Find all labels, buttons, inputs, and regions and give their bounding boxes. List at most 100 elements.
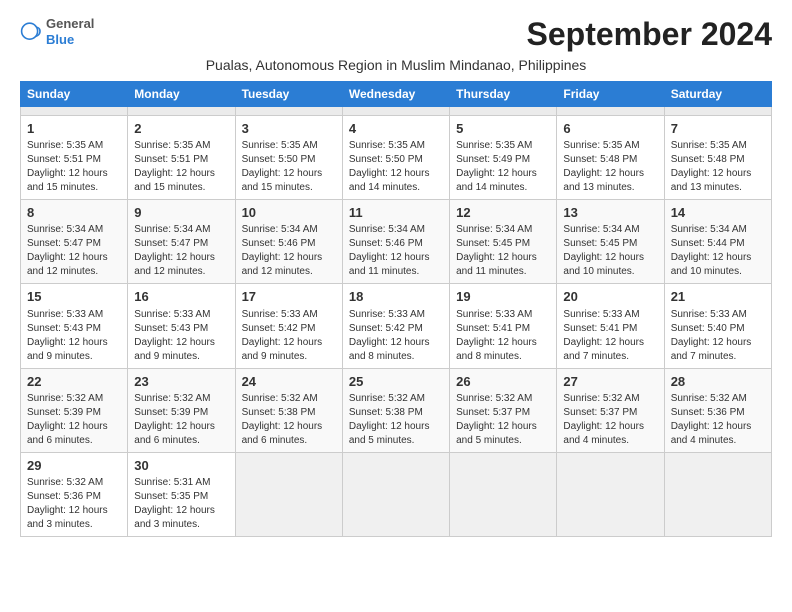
day-info: Sunrise: 5:35 AMSunset: 5:48 PMDaylight:… (563, 139, 657, 195)
calendar-day-cell (450, 452, 557, 536)
day-number: 16 (134, 288, 228, 306)
calendar-day-cell: 15 Sunrise: 5:33 AMSunset: 5:43 PMDayligh… (21, 284, 128, 368)
day-info: Sunrise: 5:33 AMSunset: 5:41 PMDaylight:… (563, 308, 657, 364)
day-number: 10 (242, 204, 336, 222)
calendar-week-row: 1Sunrise: 5:35 AMSunset: 5:51 PMDaylight… (21, 116, 772, 200)
month-title: September 2024 (527, 16, 772, 53)
day-number: 5 (456, 120, 550, 138)
day-info: Sunrise: 5:35 AMSunset: 5:51 PMDaylight:… (27, 139, 121, 195)
calendar-day-cell: 29Sunrise: 5:32 AMSunset: 5:36 PMDayligh… (21, 452, 128, 536)
day-info: Sunrise: 5:34 AMSunset: 5:45 PMDaylight:… (456, 223, 550, 279)
calendar-day-cell: 18 Sunrise: 5:33 AMSunset: 5:42 PMDayligh… (342, 284, 449, 368)
logo-general-text: General (46, 16, 94, 32)
day-number: 13 (563, 204, 657, 222)
day-number: 3 (242, 120, 336, 138)
day-info: Sunrise: 5:32 AMSunset: 5:39 PMDaylight:… (134, 392, 228, 448)
calendar-day-header: Monday (128, 82, 235, 107)
calendar-day-cell: 14Sunrise: 5:34 AMSunset: 5:44 PMDayligh… (664, 200, 771, 284)
day-number: 19 (456, 288, 550, 306)
day-info: Sunrise: 5:34 AMSunset: 5:46 PMDaylight:… (242, 223, 336, 279)
calendar-day-cell: 19 Sunrise: 5:33 AMSunset: 5:41 PMDayligh… (450, 284, 557, 368)
day-number: 25 (349, 373, 443, 391)
logo-icon (20, 20, 44, 44)
day-info: Sunrise: 5:34 AMSunset: 5:44 PMDaylight:… (671, 223, 765, 279)
day-number: 15 (27, 288, 121, 306)
calendar-week-row: 15 Sunrise: 5:33 AMSunset: 5:43 PMDayligh… (21, 284, 772, 368)
logo: General Blue (20, 16, 94, 47)
location-title: Pualas, Autonomous Region in Muslim Mind… (20, 57, 772, 73)
day-info: Sunrise: 5:32 AMSunset: 5:37 PMDaylight:… (563, 392, 657, 448)
calendar-day-cell (450, 107, 557, 116)
calendar-day-cell: 16 Sunrise: 5:33 AMSunset: 5:43 PMDayligh… (128, 284, 235, 368)
day-info: Sunrise: 5:33 AMSunset: 5:43 PMDaylight:… (27, 308, 121, 364)
day-info: Sunrise: 5:32 AMSunset: 5:36 PMDaylight:… (27, 476, 121, 532)
day-number: 24 (242, 373, 336, 391)
calendar-day-cell (664, 107, 771, 116)
calendar-week-row (21, 107, 772, 116)
day-info: Sunrise: 5:35 AMSunset: 5:49 PMDaylight:… (456, 139, 550, 195)
day-number: 17 (242, 288, 336, 306)
day-info: Sunrise: 5:32 AMSunset: 5:38 PMDaylight:… (242, 392, 336, 448)
calendar-week-row: 29Sunrise: 5:32 AMSunset: 5:36 PMDayligh… (21, 452, 772, 536)
calendar-day-cell: 8Sunrise: 5:34 AMSunset: 5:47 PMDaylight… (21, 200, 128, 284)
day-number: 14 (671, 204, 765, 222)
day-number: 1 (27, 120, 121, 138)
day-info: Sunrise: 5:35 AMSunset: 5:50 PMDaylight:… (242, 139, 336, 195)
day-number: 7 (671, 120, 765, 138)
day-number: 22 (27, 373, 121, 391)
calendar-day-cell (128, 107, 235, 116)
day-info: Sunrise: 5:35 AMSunset: 5:50 PMDaylight:… (349, 139, 443, 195)
day-number: 27 (563, 373, 657, 391)
day-number: 2 (134, 120, 228, 138)
calendar-day-cell: 7Sunrise: 5:35 AMSunset: 5:48 PMDaylight… (664, 116, 771, 200)
calendar-day-cell: 27Sunrise: 5:32 AMSunset: 5:37 PMDayligh… (557, 368, 664, 452)
calendar-day-cell (557, 107, 664, 116)
calendar-day-cell: 26Sunrise: 5:32 AMSunset: 5:37 PMDayligh… (450, 368, 557, 452)
calendar-day-cell (21, 107, 128, 116)
day-number: 12 (456, 204, 550, 222)
calendar-day-cell (235, 107, 342, 116)
day-info: Sunrise: 5:34 AMSunset: 5:45 PMDaylight:… (563, 223, 657, 279)
page-wrapper: General Blue September 2024 Pualas, Auto… (20, 16, 772, 537)
calendar-day-cell: 22Sunrise: 5:32 AMSunset: 5:39 PMDayligh… (21, 368, 128, 452)
day-info: Sunrise: 5:35 AMSunset: 5:48 PMDaylight:… (671, 139, 765, 195)
day-number: 23 (134, 373, 228, 391)
calendar-day-cell: 25Sunrise: 5:32 AMSunset: 5:38 PMDayligh… (342, 368, 449, 452)
calendar-day-cell: 13Sunrise: 5:34 AMSunset: 5:45 PMDayligh… (557, 200, 664, 284)
day-number: 4 (349, 120, 443, 138)
calendar-day-cell: 28Sunrise: 5:32 AMSunset: 5:36 PMDayligh… (664, 368, 771, 452)
calendar-day-header: Saturday (664, 82, 771, 107)
day-info: Sunrise: 5:34 AMSunset: 5:47 PMDaylight:… (27, 223, 121, 279)
calendar-day-header: Sunday (21, 82, 128, 107)
calendar-day-cell: 5Sunrise: 5:35 AMSunset: 5:49 PMDaylight… (450, 116, 557, 200)
day-info: Sunrise: 5:34 AMSunset: 5:47 PMDaylight:… (134, 223, 228, 279)
day-info: Sunrise: 5:32 AMSunset: 5:39 PMDaylight:… (27, 392, 121, 448)
calendar-day-cell (342, 107, 449, 116)
day-info: Sunrise: 5:33 AMSunset: 5:42 PMDaylight:… (242, 308, 336, 364)
calendar-day-cell: 9Sunrise: 5:34 AMSunset: 5:47 PMDaylight… (128, 200, 235, 284)
day-info: Sunrise: 5:33 AMSunset: 5:40 PMDaylight:… (671, 308, 765, 364)
day-info: Sunrise: 5:35 AMSunset: 5:51 PMDaylight:… (134, 139, 228, 195)
day-number: 9 (134, 204, 228, 222)
day-number: 26 (456, 373, 550, 391)
day-info: Sunrise: 5:33 AMSunset: 5:42 PMDaylight:… (349, 308, 443, 364)
calendar-day-cell (342, 452, 449, 536)
day-number: 6 (563, 120, 657, 138)
calendar-table: SundayMondayTuesdayWednesdayThursdayFrid… (20, 81, 772, 537)
day-info: Sunrise: 5:33 AMSunset: 5:41 PMDaylight:… (456, 308, 550, 364)
logo-blue-text: Blue (46, 32, 94, 48)
day-number: 18 (349, 288, 443, 306)
day-info: Sunrise: 5:33 AMSunset: 5:43 PMDaylight:… (134, 308, 228, 364)
header: General Blue September 2024 (20, 16, 772, 53)
calendar-header-row: SundayMondayTuesdayWednesdayThursdayFrid… (21, 82, 772, 107)
calendar-day-cell: 24Sunrise: 5:32 AMSunset: 5:38 PMDayligh… (235, 368, 342, 452)
calendar-day-cell (235, 452, 342, 536)
calendar-day-cell: 30Sunrise: 5:31 AMSunset: 5:35 PMDayligh… (128, 452, 235, 536)
calendar-week-row: 8Sunrise: 5:34 AMSunset: 5:47 PMDaylight… (21, 200, 772, 284)
day-number: 30 (134, 457, 228, 475)
calendar-day-header: Wednesday (342, 82, 449, 107)
day-info: Sunrise: 5:31 AMSunset: 5:35 PMDaylight:… (134, 476, 228, 532)
calendar-day-cell: 3Sunrise: 5:35 AMSunset: 5:50 PMDaylight… (235, 116, 342, 200)
day-info: Sunrise: 5:32 AMSunset: 5:37 PMDaylight:… (456, 392, 550, 448)
calendar-day-cell: 1Sunrise: 5:35 AMSunset: 5:51 PMDaylight… (21, 116, 128, 200)
